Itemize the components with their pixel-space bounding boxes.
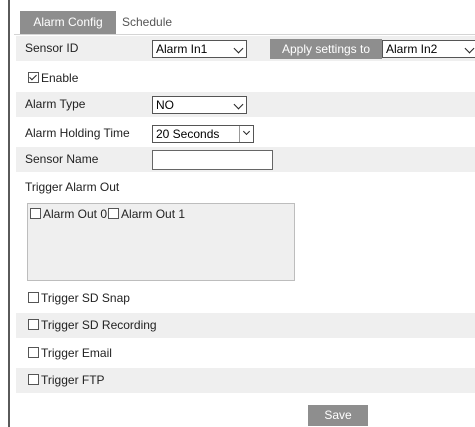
sensor-id-label: Sensor ID [25, 41, 79, 55]
alarm-out-1-checkbox[interactable] [108, 208, 120, 219]
alarm-out-list: Alarm Out 0 Alarm Out 1 [27, 203, 295, 281]
alarm-out-1-label: Alarm Out 1 [121, 207, 186, 221]
trigger-ftp-row: Trigger FTP [16, 368, 475, 393]
trigger-sd-recording-checkbox[interactable] [28, 319, 39, 330]
trigger-sd-snap-label: Trigger SD Snap [41, 291, 130, 305]
sensor-name-row: Sensor Name [16, 147, 475, 172]
save-button[interactable]: Save [308, 405, 368, 426]
apply-settings-button[interactable]: Apply settings to [270, 39, 382, 59]
chevron-down-icon [233, 43, 244, 54]
sensor-name-label: Sensor Name [25, 152, 99, 166]
sensor-id-value: Alarm In1 [156, 42, 208, 56]
alarm-type-value: NO [156, 98, 174, 112]
enable-checkbox[interactable] [28, 72, 39, 83]
apply-settings-select[interactable]: Alarm In2 [382, 40, 475, 58]
trigger-sd-recording-row: Trigger SD Recording [16, 313, 475, 338]
enable-row: Enable [16, 66, 475, 91]
trigger-sd-recording-label: Trigger SD Recording [41, 318, 157, 332]
holding-time-arrow-box [239, 126, 253, 142]
trigger-email-line[interactable]: Trigger Email [28, 341, 112, 366]
sensor-id-row: Sensor ID Alarm In1 Apply settings to Al… [16, 36, 475, 61]
trigger-sd-recording-line[interactable]: Trigger SD Recording [28, 313, 157, 338]
chevron-down-icon [464, 43, 475, 54]
alarm-type-row: Alarm Type NO [16, 92, 475, 117]
holding-time-value: 20 Seconds [156, 127, 220, 141]
sensor-name-input[interactable] [152, 150, 273, 170]
alarm-type-label: Alarm Type [25, 97, 86, 111]
trigger-ftp-label: Trigger FTP [41, 373, 105, 387]
alarm-out-0-label: Alarm Out 0 [43, 207, 108, 221]
trigger-sd-snap-line[interactable]: Trigger SD Snap [28, 286, 130, 311]
alarm-out-1-item[interactable]: Alarm Out 1 [107, 207, 185, 221]
alarm-out-0-item[interactable]: Alarm Out 0 [30, 207, 107, 221]
holding-time-label: Alarm Holding Time [25, 126, 130, 140]
enable-checkbox-line[interactable]: Enable [28, 66, 78, 91]
trigger-email-checkbox[interactable] [28, 347, 39, 358]
holding-time-row: Alarm Holding Time 20 Seconds [16, 121, 475, 146]
tab-schedule[interactable]: Schedule [122, 11, 182, 34]
tab-alarm-config[interactable]: Alarm Config [20, 11, 116, 34]
sensor-id-select[interactable]: Alarm In1 [152, 40, 247, 58]
left-border [8, 0, 10, 427]
trigger-alarm-out-label: Trigger Alarm Out [25, 180, 120, 194]
alarm-out-0-checkbox[interactable] [30, 208, 41, 219]
chevron-down-icon [242, 127, 251, 136]
trigger-ftp-line[interactable]: Trigger FTP [28, 368, 105, 393]
chevron-down-icon [233, 99, 244, 110]
trigger-sd-snap-row: Trigger SD Snap [16, 286, 475, 311]
trigger-sd-snap-checkbox[interactable] [28, 292, 39, 303]
holding-time-select[interactable]: 20 Seconds [152, 125, 254, 143]
enable-label: Enable [41, 71, 79, 85]
alarm-type-select[interactable]: NO [152, 96, 247, 114]
trigger-ftp-checkbox[interactable] [28, 374, 39, 385]
tab-divider [14, 34, 475, 35]
apply-settings-value: Alarm In2 [386, 42, 438, 56]
trigger-email-row: Trigger Email [16, 341, 475, 366]
trigger-email-label: Trigger Email [41, 346, 112, 360]
trigger-alarm-out-row: Trigger Alarm Out [16, 175, 475, 200]
